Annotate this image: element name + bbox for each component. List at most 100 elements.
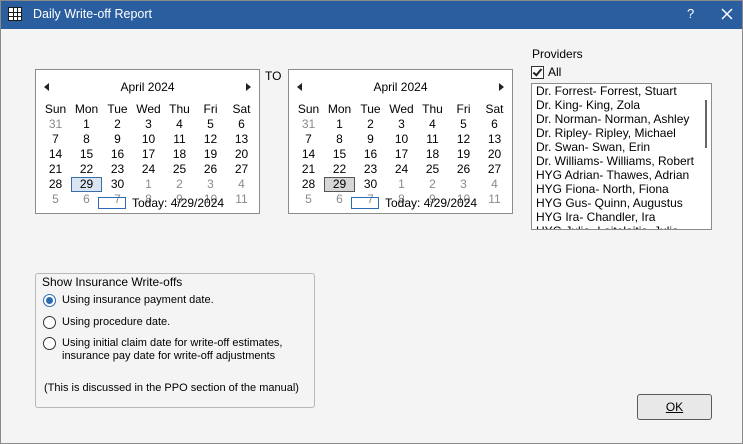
calendar-day[interactable]: 22 [71,162,102,177]
calendar-day[interactable]: 28 [40,177,71,192]
calendar-day[interactable]: 25 [417,162,448,177]
calendar-day[interactable]: 11 [164,132,195,147]
provider-list-item[interactable]: Dr. Norman- Norman, Ashley [532,112,711,126]
calendar-day[interactable]: 29 [71,177,102,192]
calendar-day[interactable]: 14 [40,147,71,162]
provider-list-item[interactable]: Dr. Forrest- Forrest, Stuart [532,84,711,98]
radio-unselected-icon[interactable] [43,316,56,329]
calendar-day[interactable]: 20 [226,147,257,162]
provider-list-item[interactable]: HYG Gus- Quinn, Augustus [532,196,711,210]
calendar-day[interactable]: 3 [195,177,226,192]
next-month-icon[interactable] [246,83,251,91]
calendar-day[interactable]: 28 [293,177,324,192]
calendar-day[interactable]: 2 [417,177,448,192]
radio-unselected-icon[interactable] [43,337,56,350]
calendar-day[interactable]: 13 [226,132,257,147]
calendar-day[interactable]: 5 [293,192,324,207]
calendar-day[interactable]: 4 [417,117,448,132]
calendar-day[interactable]: 22 [324,162,355,177]
calendar-day[interactable]: 3 [133,117,164,132]
calendar-day[interactable]: 17 [133,147,164,162]
provider-list-item[interactable]: HYG Fiona- North, Fiona [532,182,711,196]
calendar-day[interactable]: 4 [226,177,257,192]
calendar-day[interactable]: 2 [102,117,133,132]
title-bar[interactable]: Daily Write-off Report ? [1,1,742,29]
provider-list-item[interactable]: Dr. King- King, Zola [532,98,711,112]
calendar-day[interactable]: 8 [71,132,102,147]
radio-procedure-date[interactable]: Using procedure date. [43,316,170,329]
ok-button[interactable]: OK [637,394,712,420]
calendar-day[interactable]: 11 [226,192,257,207]
calendar-day[interactable]: 12 [195,132,226,147]
end-date-calendar[interactable]: April 2024 Sun Mon Tue Wed Thu Fri Sat 31 1 2 3 4 5 6… [288,69,513,214]
calendar-day[interactable]: 20 [479,147,510,162]
start-date-calendar[interactable]: April 2024 Sun Mon Tue Wed Thu Fri Sat 31 1 2 3 4 5 6… [35,69,260,214]
calendar-day[interactable]: 4 [479,177,510,192]
calendar-day[interactable]: 3 [448,177,479,192]
calendar-day[interactable]: 23 [355,162,386,177]
calendar-day[interactable]: 31 [40,117,71,132]
provider-list-item[interactable]: HYG Adrian- Thawes, Adrian [532,168,711,182]
all-providers-checkbox[interactable]: All [531,65,561,79]
checkbox-checked-icon[interactable] [531,65,544,79]
calendar-day[interactable]: 15 [71,147,102,162]
calendar-day[interactable]: 18 [164,147,195,162]
calendar-day[interactable]: 26 [448,162,479,177]
calendar-day[interactable]: 16 [355,147,386,162]
provider-list-item[interactable]: Dr. Williams- Williams, Robert [532,154,711,168]
calendar-day[interactable]: 24 [386,162,417,177]
calendar-day[interactable]: 5 [40,192,71,207]
calendar-day[interactable]: 19 [195,147,226,162]
calendar-day[interactable]: 30 [355,177,386,192]
scrollbar-thumb[interactable] [705,100,707,148]
calendar-day[interactable]: 6 [226,117,257,132]
calendar-day[interactable]: 17 [386,147,417,162]
calendar-day[interactable]: 10 [386,132,417,147]
calendar-day[interactable]: 9 [102,132,133,147]
calendar-day[interactable]: 9 [355,132,386,147]
calendar-day[interactable]: 2 [355,117,386,132]
calendar-day[interactable]: 1 [324,117,355,132]
calendar-day[interactable]: 1 [71,117,102,132]
today-link[interactable]: Today: 4/29/2024 [98,196,224,210]
calendar-day[interactable]: 12 [448,132,479,147]
provider-list-item[interactable]: Dr. Ripley- Ripley, Michael [532,126,711,140]
radio-selected-icon[interactable] [43,294,56,307]
radio-insurance-payment-date[interactable]: Using insurance payment date. [43,294,214,307]
calendar-day[interactable]: 30 [102,177,133,192]
today-link[interactable]: Today: 4/29/2024 [351,196,477,210]
calendar-day[interactable]: 25 [164,162,195,177]
calendar-day[interactable]: 1 [386,177,417,192]
calendar-day[interactable]: 14 [293,147,324,162]
calendar-day[interactable]: 7 [40,132,71,147]
calendar-day[interactable]: 18 [417,147,448,162]
calendar-day[interactable]: 11 [479,192,510,207]
calendar-day[interactable]: 27 [479,162,510,177]
radio-initial-claim-date[interactable]: Using initial claim date for write-off e… [43,337,283,363]
calendar-day[interactable]: 8 [324,132,355,147]
calendar-day[interactable]: 16 [102,147,133,162]
calendar-day[interactable]: 3 [386,117,417,132]
calendar-day[interactable]: 26 [195,162,226,177]
calendar-day[interactable]: 6 [479,117,510,132]
calendar-day[interactable]: 5 [195,117,226,132]
provider-list-item[interactable]: Dr. Swan- Swan, Erin [532,140,711,154]
calendar-day[interactable]: 19 [448,147,479,162]
calendar-day[interactable]: 13 [479,132,510,147]
close-button[interactable] [717,4,737,24]
provider-list-item[interactable]: HYG Ira- Chandler, Ira [532,210,711,224]
calendar-day[interactable]: 24 [133,162,164,177]
calendar-day[interactable]: 27 [226,162,257,177]
calendar-day[interactable]: 5 [448,117,479,132]
calendar-day[interactable]: 21 [293,162,324,177]
calendar-day[interactable]: 1 [133,177,164,192]
help-button[interactable]: ? [687,6,694,21]
provider-list-item[interactable]: HYG Julia- Laitelaitis, Julia [532,224,711,229]
calendar-day[interactable]: 29 [324,177,355,192]
calendar-day[interactable]: 11 [417,132,448,147]
calendar-day[interactable]: 23 [102,162,133,177]
calendar-day[interactable]: 2 [164,177,195,192]
calendar-day[interactable]: 31 [293,117,324,132]
calendar-day[interactable]: 21 [40,162,71,177]
providers-list[interactable]: Dr. Forrest- Forrest, Stuart Dr. King- Ki… [531,83,712,230]
